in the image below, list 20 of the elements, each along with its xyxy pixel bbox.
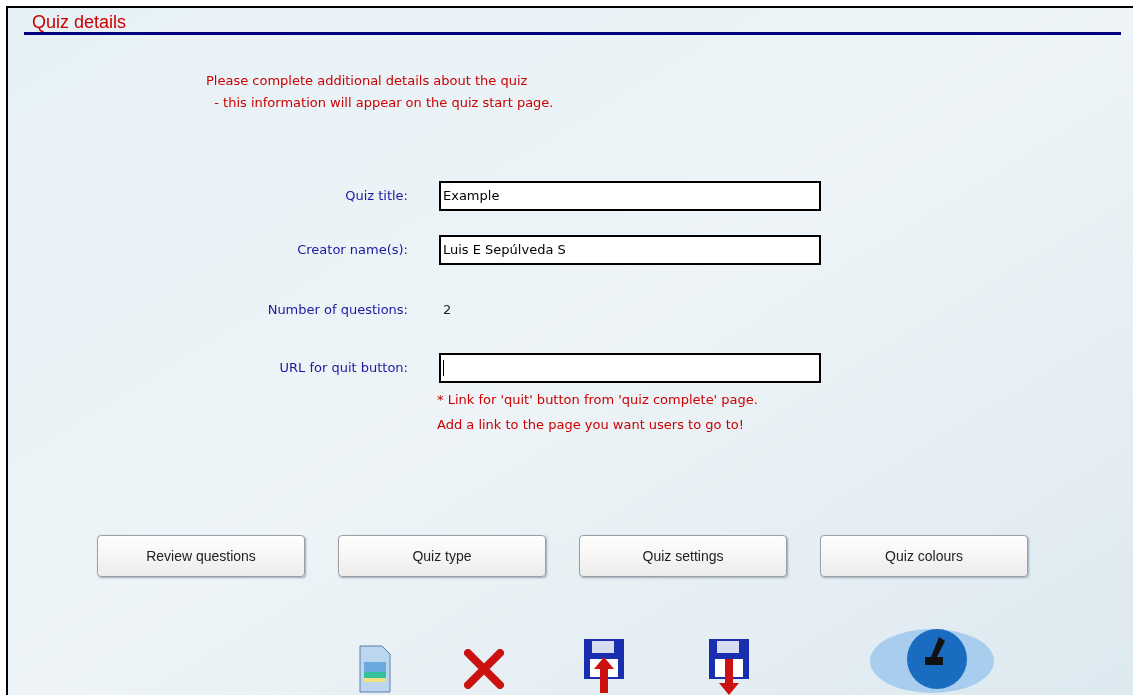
field-label: Number of questions:: [266, 301, 409, 320]
delete-icon[interactable]: [464, 649, 504, 689]
text-field[interactable]: Luis E Sepúlveda S: [439, 235, 821, 265]
text-field[interactable]: [439, 353, 821, 383]
field-label: URL for quit button:: [278, 359, 409, 378]
question-count: 2: [443, 301, 452, 320]
intro-text: Please complete additional details about the quiz: [206, 72, 529, 90]
nav-button[interactable]: Quiz colours: [820, 535, 1028, 577]
field-label: Quiz title:: [344, 187, 409, 206]
nav-button[interactable]: Review questions: [97, 535, 305, 577]
page-title: Quiz details: [32, 13, 127, 31]
field-label: Creator name(s):: [296, 241, 409, 260]
intro-text: - this information will appear on the quiz start page.: [213, 93, 555, 112]
nav-button[interactable]: Quiz type: [338, 535, 546, 577]
hint-text: * Link for 'quit' button from 'quiz complete' page.: [437, 391, 759, 409]
save-download-icon[interactable]: [707, 637, 751, 695]
save-upload-icon[interactable]: [582, 637, 626, 695]
nav-button[interactable]: Quiz settings: [579, 535, 787, 577]
hint-text: Add a link to the page you want users to go to!: [437, 415, 745, 434]
text-field[interactable]: Example: [439, 181, 821, 211]
